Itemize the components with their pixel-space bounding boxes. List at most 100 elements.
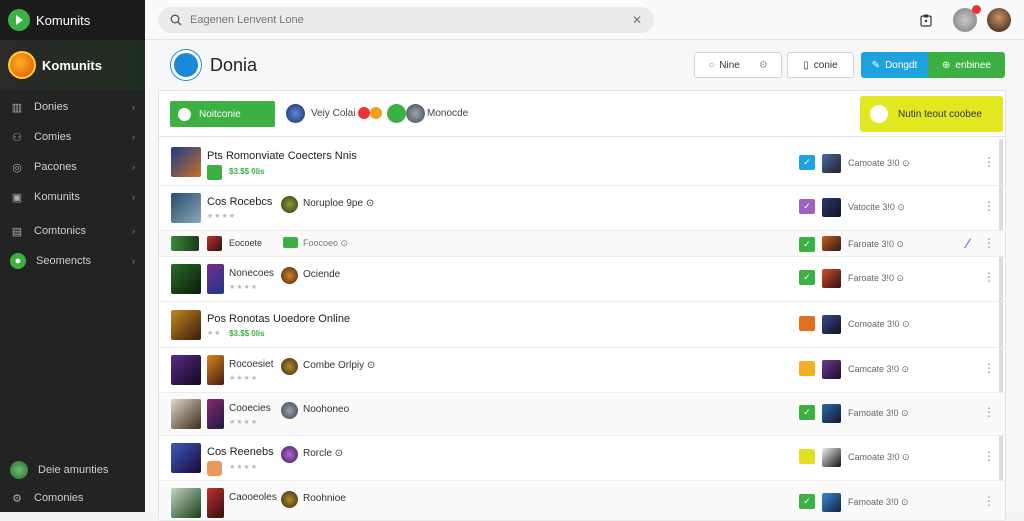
conie-button[interactable]: ▯ conie <box>787 52 854 78</box>
mini-thumbnail <box>207 399 224 429</box>
item-stat: Faroate 3!0 ⊙ <box>848 273 904 284</box>
top-bar: ✕ <box>145 0 1024 40</box>
chat-bubble-icon <box>870 105 888 123</box>
orange-chip-icon[interactable] <box>370 107 382 119</box>
item-price: $3.$$ 0lis <box>229 167 265 176</box>
checkbox[interactable]: ✓ <box>799 494 815 509</box>
checkbox[interactable] <box>799 361 815 376</box>
mini-thumbnail <box>822 198 841 217</box>
settings-icon: ⚙ <box>759 60 768 71</box>
game-thumbnail <box>171 355 201 385</box>
filter-row: Noitconie Veiy Colai Monocde Nutin teout… <box>159 91 1005 137</box>
game-thumbnail <box>171 488 201 518</box>
edit-mark-icon[interactable]: ⁄ <box>967 235 969 251</box>
game-thumbnail <box>171 147 201 177</box>
item-tag: Noohoneo <box>303 404 349 415</box>
brand-block[interactable]: Komunits <box>0 40 145 90</box>
avatar[interactable] <box>406 104 425 123</box>
more-options-icon[interactable]: ⋮ <box>983 405 993 419</box>
more-options-icon[interactable]: ⋮ <box>983 449 993 463</box>
item-tag: Combe Orlpiy ⊙ <box>303 360 375 371</box>
message-icon: ▤ <box>10 225 24 237</box>
item-list: Pts Romonviate Coecters Nnis $3.$$ 0lis … <box>159 138 1005 521</box>
checkbox[interactable]: ✓ <box>799 155 815 170</box>
gear-icon: ⚙ <box>10 492 24 504</box>
checkbox[interactable]: ✓ <box>799 270 815 285</box>
enbinee-button[interactable]: ⊕ enbinee <box>928 52 1005 78</box>
item-stat: Faroate 3!0 ⊙ <box>848 239 904 250</box>
sidebar-item-pacones[interactable]: ◎Pacones› <box>0 152 145 182</box>
list-item[interactable]: Pos Ronotas Uoedore Online ★★ $3.$$ 0lis… <box>159 302 1005 348</box>
user-avatar[interactable] <box>987 8 1011 32</box>
dongdt-button[interactable]: ✎ Dongdt <box>861 52 928 78</box>
mini-thumbnail <box>822 236 841 251</box>
game-thumbnail <box>171 264 201 294</box>
avatar[interactable] <box>286 104 305 123</box>
more-options-icon[interactable]: ⋮ <box>983 155 993 169</box>
item-tag: Foocoeo ⊙ <box>303 238 348 249</box>
people-icon: ⚇ <box>10 131 24 143</box>
filter-green-label: Noitconie <box>199 109 241 120</box>
plus-circle-icon: ⊕ <box>942 60 950 71</box>
checkbox[interactable]: ✓ <box>799 199 815 214</box>
avatar <box>10 461 28 479</box>
checkbox[interactable] <box>799 449 815 464</box>
sidebar-footer: Deie amunties ⚙Comonies <box>0 456 145 512</box>
item-stat: Vatocite 3!0 ⊙ <box>848 202 905 213</box>
target-icon: ◎ <box>10 161 24 173</box>
sidebar-item-komunits[interactable]: ▣Komunits› <box>0 182 145 212</box>
list-item[interactable]: Cos Reenebs ★★★★ Rorcle ⊙ Camoate 3!0 ⊙ … <box>159 436 1005 481</box>
checkbox[interactable] <box>799 316 815 331</box>
search-icon <box>170 14 182 26</box>
mini-thumbnail <box>207 264 224 294</box>
more-options-icon[interactable]: ⋮ <box>983 270 993 284</box>
mini-thumbnail <box>822 493 841 512</box>
filter-green-button[interactable]: Noitconie <box>170 101 275 127</box>
game-thumbnail <box>171 310 201 340</box>
mini-thumbnail <box>207 488 224 518</box>
more-options-icon[interactable]: ⋮ <box>983 236 993 250</box>
sidebar-item-comies[interactable]: ⚇Comies› <box>0 122 145 152</box>
list-item[interactable]: Cos Rocebcs ★★★★ Noruploe 9pe ⊙ ✓ Vatoci… <box>159 186 1005 231</box>
search-input[interactable] <box>190 14 624 26</box>
more-options-icon[interactable]: ⋮ <box>983 361 993 375</box>
sidebar-user-item[interactable]: Deie amunties <box>0 456 145 484</box>
app-title: Komunits <box>36 13 90 28</box>
list-item[interactable]: Cooecies ★★★★ Noohoneo ✓ Famoate 3!0 ⊙ ⋮ <box>159 393 1005 436</box>
sidebar-item-seomencts[interactable]: ●Seomencts› <box>0 246 145 276</box>
checkbox[interactable]: ✓ <box>799 237 815 252</box>
conie-button-label: conie <box>814 60 838 71</box>
filter-yellow-button[interactable]: Nutin teout coobee <box>860 96 1003 132</box>
star-rating: ★★★★ <box>229 463 258 471</box>
star-rating: ★★★★ <box>229 418 258 426</box>
sidebar-user-label: Deie amunties <box>38 464 135 476</box>
sidebar-settings-item[interactable]: ⚙Comonies <box>0 484 145 512</box>
more-options-icon[interactable]: ⋮ <box>983 494 993 508</box>
chevron-right-icon: › <box>132 132 135 142</box>
more-options-icon[interactable]: ⋮ <box>983 199 993 213</box>
red-chip-icon[interactable] <box>358 107 370 119</box>
clear-search-icon[interactable]: ✕ <box>632 13 642 27</box>
avatar <box>281 358 298 375</box>
notifications-avatar[interactable] <box>953 8 977 32</box>
content-card: Noitconie Veiy Colai Monocde Nutin teout… <box>158 90 1006 520</box>
checkbox[interactable]: ✓ <box>799 405 815 420</box>
nine-button[interactable]: ○ Nine ⚙ <box>694 52 782 78</box>
list-item[interactable]: Rocoesiet ★★★★ Combe Orlpiy ⊙ Camcate 3!… <box>159 348 1005 393</box>
clipboard-icon[interactable] <box>916 10 936 30</box>
list-item[interactable]: Caooeoles Roohnioe ✓ Famoate 3!0 ⊙ ⋮ <box>159 481 1005 521</box>
page-logo-icon <box>171 50 201 80</box>
item-price: $3.$$ 0lis <box>229 329 265 338</box>
item-stat: Camoate 3!0 ⊙ <box>848 158 910 169</box>
search-bar[interactable]: ✕ <box>158 7 654 33</box>
green-chip-icon[interactable] <box>387 104 406 123</box>
list-item[interactable]: Pts Romonviate Coecters Nnis $3.$$ 0lis … <box>159 138 1005 186</box>
game-thumbnail <box>171 193 201 223</box>
sidebar-item-donies[interactable]: ▥Donies› <box>0 92 145 122</box>
item-title: Eocoete <box>229 238 262 248</box>
game-thumbnail <box>171 399 201 429</box>
list-item[interactable]: Nonecoes ★★★★ Ociende ✓ Faroate 3!0 ⊙ ⋮ <box>159 257 1005 302</box>
sidebar-item-comtonics[interactable]: ▤Comtonics› <box>0 216 145 246</box>
list-item[interactable]: Eocoete Foocoeo ⊙ ✓ Faroate 3!0 ⊙ ⁄ ⋮ <box>159 231 1005 257</box>
item-title: Caooeoles <box>229 492 277 503</box>
